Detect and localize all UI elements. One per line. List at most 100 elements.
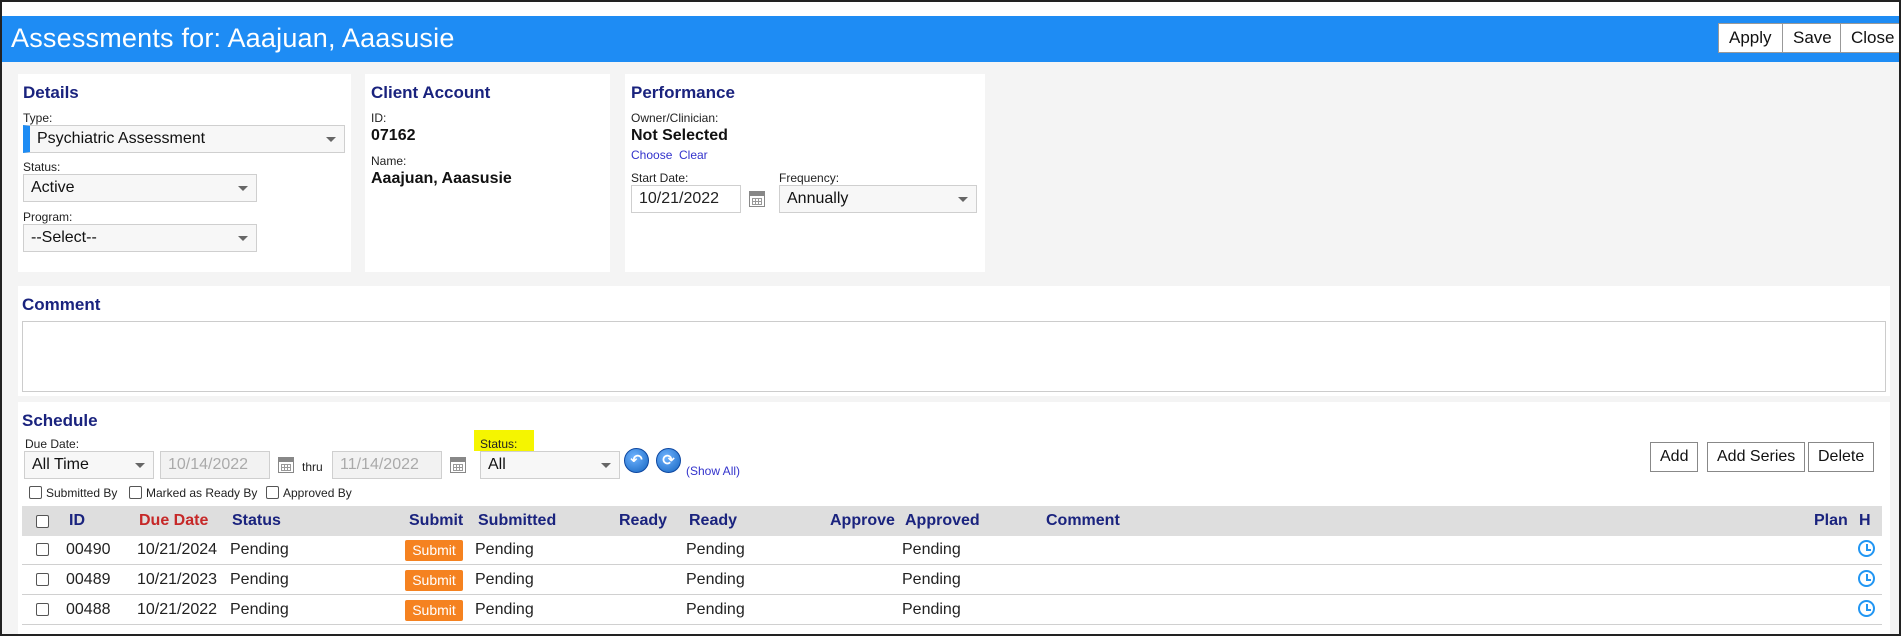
row-approved: Pending <box>902 601 961 618</box>
calendar-icon[interactable] <box>278 457 294 473</box>
history-clock-icon[interactable] <box>1858 540 1875 557</box>
row-approved: Pending <box>902 571 961 588</box>
col-comment[interactable]: Comment <box>1046 512 1120 530</box>
assessment-window: Assessments for: Aaajuan, Aaasusie Apply… <box>0 0 1901 636</box>
row-id: 00488 <box>66 601 111 618</box>
refresh-icon[interactable]: ⟳ <box>656 448 681 473</box>
calendar-icon[interactable] <box>749 191 765 207</box>
save-button[interactable]: Save <box>1782 23 1843 53</box>
client-account-heading: Client Account <box>371 83 491 102</box>
type-select[interactable]: Psychiatric Assessment <box>23 125 345 153</box>
performance-heading: Performance <box>631 83 735 102</box>
status-value: Active <box>31 179 75 196</box>
history-clock-icon[interactable] <box>1858 600 1875 617</box>
performance-card: Performance Owner/Clinician: Not Selecte… <box>625 74 985 272</box>
comment-textarea[interactable] <box>22 321 1886 392</box>
table-row[interactable]: 00488 10/21/2022 Pending Submit Pending … <box>22 596 1882 625</box>
row-submitted: Pending <box>475 571 534 588</box>
col-ready-status[interactable]: Ready <box>689 512 737 530</box>
chevron-down-icon <box>601 463 611 468</box>
show-all-link[interactable]: (Show All) <box>686 464 740 478</box>
from-date-input[interactable]: 10/14/2022 <box>160 451 270 479</box>
col-approved[interactable]: Approved <box>905 512 980 530</box>
program-select[interactable]: --Select-- <box>23 224 257 252</box>
comment-heading: Comment <box>22 295 101 314</box>
row-approved: Pending <box>902 541 961 558</box>
marked-ready-by-checkbox[interactable] <box>129 486 142 499</box>
col-status[interactable]: Status <box>232 512 281 530</box>
start-date-input[interactable]: 10/21/2022 <box>631 185 741 213</box>
program-value: --Select-- <box>31 229 97 246</box>
delete-button[interactable]: Delete <box>1808 442 1875 472</box>
select-all-checkbox[interactable] <box>36 515 49 528</box>
row-due-date: 10/21/2024 <box>137 541 218 558</box>
start-date-label: Start Date: <box>631 171 689 185</box>
frequency-value: Annually <box>787 190 849 207</box>
row-ready: Pending <box>686 601 745 618</box>
row-checkbox[interactable] <box>36 603 49 616</box>
client-account-card: Client Account ID: 07162 Name: Aaajuan, … <box>365 74 610 272</box>
close-button[interactable]: Close <box>1840 23 1899 53</box>
col-id[interactable]: ID <box>69 512 85 530</box>
thru-label: thru <box>302 460 323 474</box>
undo-icon[interactable]: ↶ <box>624 448 649 473</box>
add-series-button[interactable]: Add Series <box>1707 442 1806 472</box>
apply-button[interactable]: Apply <box>1718 23 1783 53</box>
client-id-label: ID: <box>371 111 387 125</box>
client-id-value: 07162 <box>371 127 416 144</box>
top-strip <box>2 2 1899 16</box>
row-submit-button[interactable]: Submit <box>405 600 463 621</box>
frequency-select[interactable]: Annually <box>779 185 977 213</box>
comment-section: Comment <box>18 286 1890 396</box>
status-label: Status: <box>23 160 61 174</box>
approved-by-checkbox[interactable] <box>266 486 279 499</box>
submitted-by-checkbox[interactable] <box>29 486 42 499</box>
owner-value: Not Selected <box>631 127 728 144</box>
row-submitted: Pending <box>475 541 534 558</box>
to-date-input[interactable]: 11/14/2022 <box>332 451 442 479</box>
page-title: Assessments for: Aaajuan, Aaasusie <box>11 23 455 53</box>
schedule-status-select[interactable]: All <box>480 451 620 479</box>
calendar-icon[interactable] <box>450 457 466 473</box>
choose-link[interactable]: Choose <box>631 148 672 162</box>
col-approve: Approve <box>830 512 895 529</box>
col-submitted[interactable]: Submitted <box>478 512 556 530</box>
chevron-down-icon <box>135 463 145 468</box>
client-name-value: Aaajuan, Aaasusie <box>371 170 512 187</box>
row-ready: Pending <box>686 541 745 558</box>
row-due-date: 10/21/2022 <box>137 601 218 618</box>
type-label: Type: <box>23 111 53 125</box>
col-due-date[interactable]: Due Date <box>139 512 208 530</box>
table-row[interactable]: 00490 10/21/2024 Pending Submit Pending … <box>22 536 1882 565</box>
row-checkbox[interactable] <box>36 573 49 586</box>
approved-by-label: Approved By <box>283 486 352 500</box>
chevron-down-icon <box>958 197 968 202</box>
row-submit-button[interactable]: Submit <box>405 570 463 591</box>
row-ready: Pending <box>686 571 745 588</box>
row-submitted: Pending <box>475 601 534 618</box>
status-select[interactable]: Active <box>23 174 257 202</box>
row-status: Pending <box>230 601 289 618</box>
clear-link[interactable]: Clear <box>679 148 708 162</box>
col-plan: Plan <box>1814 512 1848 529</box>
row-checkbox[interactable] <box>36 543 49 556</box>
schedule-status-value: All <box>488 456 506 473</box>
title-bar: Assessments for: Aaajuan, Aaasusie <box>2 16 1899 62</box>
col-h: H <box>1859 512 1871 529</box>
details-heading: Details <box>23 83 79 102</box>
chevron-down-icon <box>238 236 248 241</box>
history-clock-icon[interactable] <box>1858 570 1875 587</box>
program-label: Program: <box>23 210 73 224</box>
marked-ready-by-label: Marked as Ready By <box>146 486 258 500</box>
col-ready: Ready <box>619 512 668 529</box>
frequency-label: Frequency: <box>779 171 840 185</box>
row-submit-button[interactable]: Submit <box>405 540 463 561</box>
row-due-date: 10/21/2023 <box>137 571 218 588</box>
table-row[interactable]: 00489 10/21/2023 Pending Submit Pending … <box>22 566 1882 595</box>
schedule-heading: Schedule <box>22 411 98 430</box>
add-button[interactable]: Add <box>1650 442 1699 472</box>
col-submit: Submit <box>409 512 464 529</box>
due-date-range-value: All Time <box>32 456 89 473</box>
due-date-range-select[interactable]: All Time <box>24 451 154 479</box>
row-status: Pending <box>230 541 289 558</box>
